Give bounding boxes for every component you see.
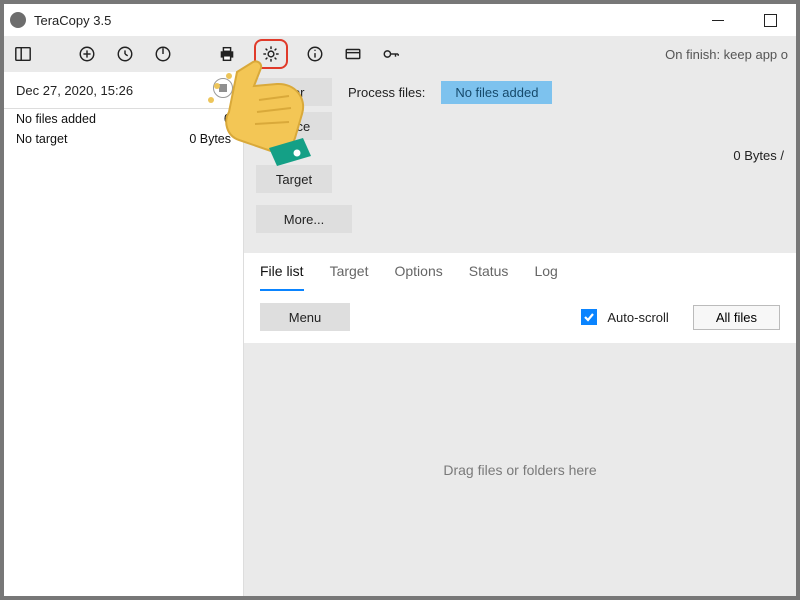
target-button[interactable]: Target (256, 165, 332, 193)
settings-icon[interactable] (254, 39, 288, 69)
window-title: TeraCopy 3.5 (34, 13, 111, 28)
bytes-summary: 0 Bytes / (733, 148, 784, 163)
job-stat-target: No target 0 Bytes (4, 129, 243, 149)
tabs: File list Target Options Status Log (244, 253, 796, 291)
panel-icon[interactable] (12, 43, 34, 65)
window-buttons (704, 8, 790, 32)
key-icon[interactable] (380, 43, 402, 65)
info-icon[interactable] (304, 43, 326, 65)
target-bytes: 0 Bytes (189, 132, 231, 146)
files-label: No files added (16, 112, 96, 126)
autoscroll-checkbox[interactable] (581, 309, 597, 325)
tab-log[interactable]: Log (534, 263, 557, 291)
toolbar: On finish: keep app o (4, 36, 796, 72)
drop-zone[interactable]: Drag files or folders here (244, 343, 796, 596)
drop-hint: Drag files or folders here (443, 462, 596, 478)
minimize-button[interactable] (704, 8, 732, 32)
files-count: 0 (224, 112, 231, 126)
filter-button[interactable]: ilter (256, 78, 332, 106)
app-window: TeraCopy 3.5 (0, 0, 800, 600)
add-icon[interactable] (76, 43, 98, 65)
body: Dec 27, 2020, 15:26 No files added 0 No … (4, 72, 796, 596)
on-finish-label[interactable]: On finish: keep app o (665, 47, 788, 62)
tab-file-list[interactable]: File list (260, 263, 304, 291)
action-row: Menu Auto-scroll All files (244, 291, 796, 343)
more-button[interactable]: More... (256, 205, 352, 233)
tab-status[interactable]: Status (469, 263, 509, 291)
target-label: No target (16, 132, 67, 146)
autoscroll-label: Auto-scroll (607, 310, 668, 325)
process-files-pill: No files added (441, 81, 552, 104)
title-bar: TeraCopy 3.5 (4, 4, 796, 36)
stop-icon[interactable] (213, 78, 233, 98)
app-icon (10, 12, 26, 28)
process-files-label: Process files: (348, 85, 425, 100)
job-header[interactable]: Dec 27, 2020, 15:26 (4, 72, 243, 104)
job-date: Dec 27, 2020, 15:26 (16, 83, 133, 98)
right-panel: ilter Process files: No files added ourc… (244, 72, 796, 596)
tab-options[interactable]: Options (394, 263, 442, 291)
all-files-filter[interactable]: All files (693, 305, 780, 330)
card-icon[interactable] (342, 43, 364, 65)
menu-button[interactable]: Menu (260, 303, 350, 331)
history-icon[interactable] (114, 43, 136, 65)
power-icon[interactable] (152, 43, 174, 65)
source-button[interactable]: ource (256, 112, 332, 140)
print-icon[interactable] (216, 43, 238, 65)
job-stat-files: No files added 0 (4, 109, 243, 129)
maximize-button[interactable] (756, 8, 784, 32)
left-panel: Dec 27, 2020, 15:26 No files added 0 No … (4, 72, 244, 596)
tab-target[interactable]: Target (330, 263, 369, 291)
